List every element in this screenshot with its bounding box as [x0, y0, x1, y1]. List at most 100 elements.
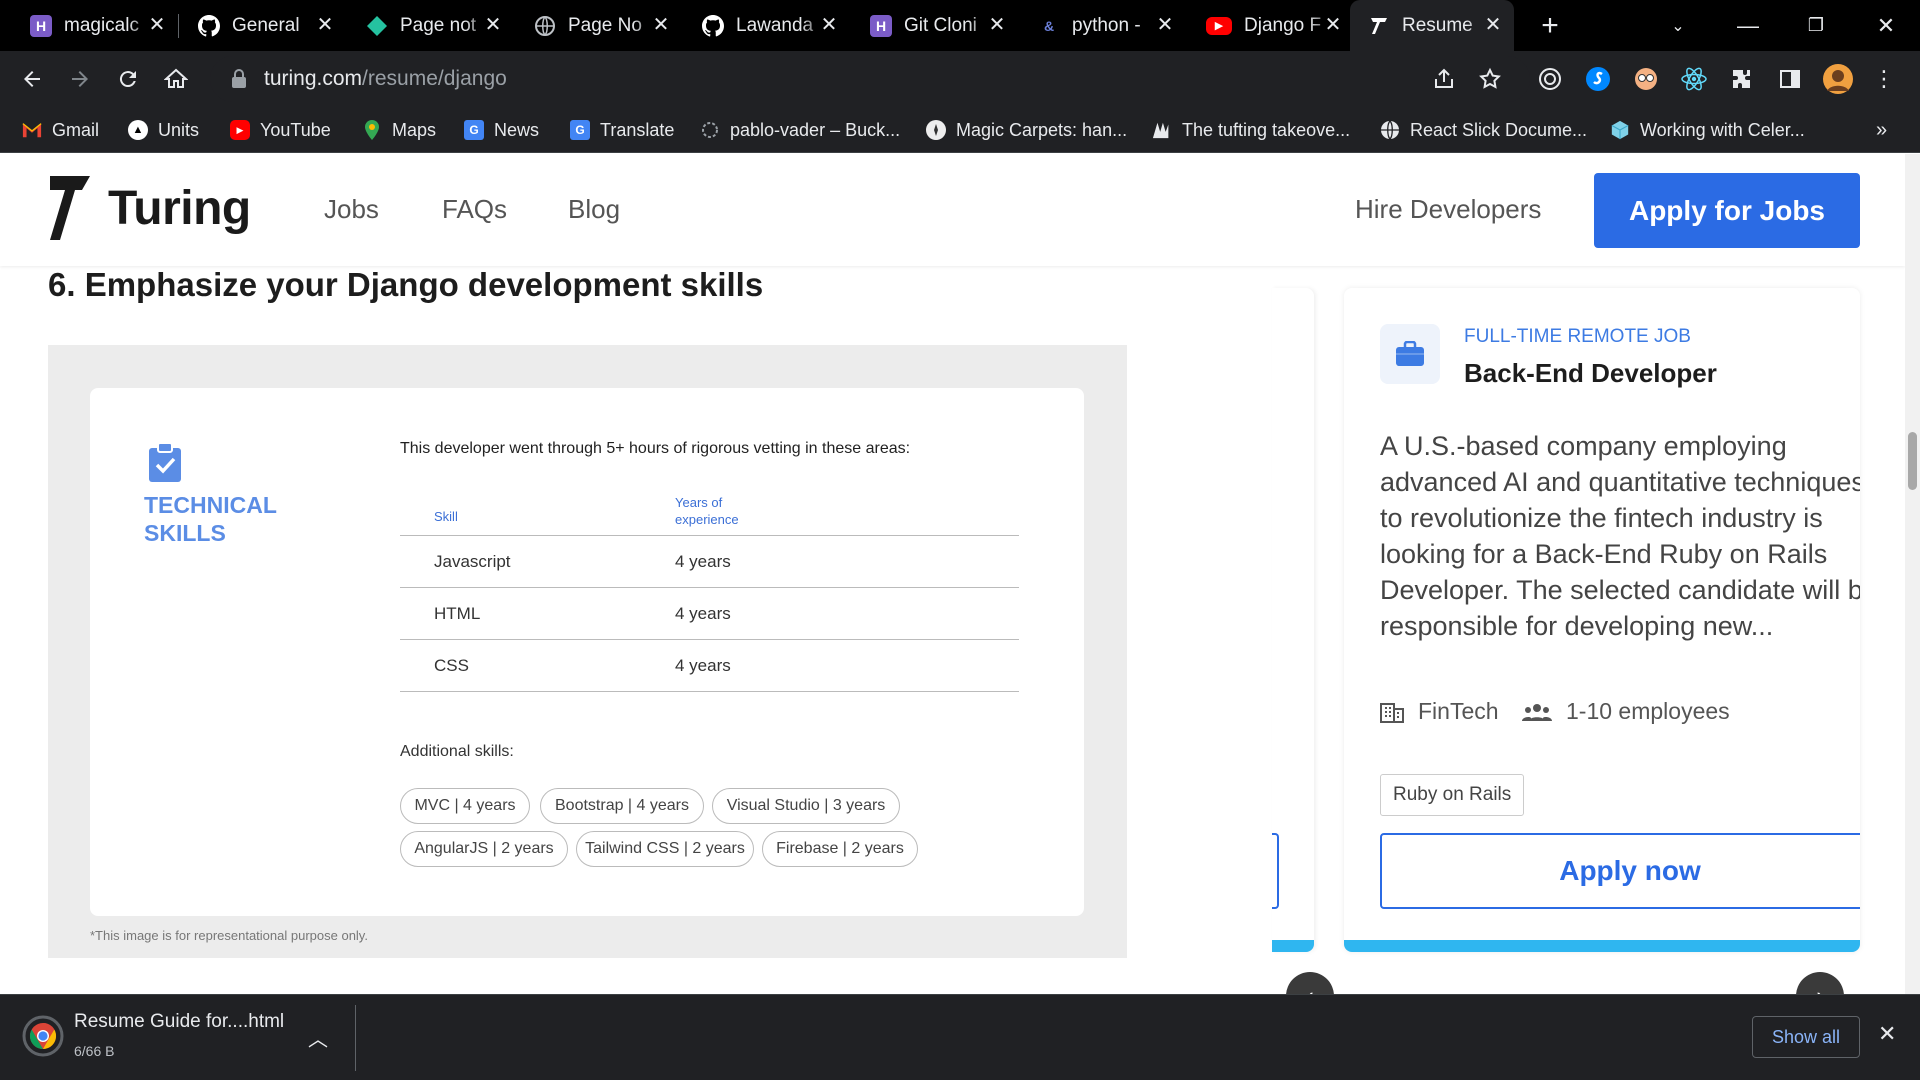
bookmark-label: React Slick Docume...: [1410, 119, 1588, 140]
close-icon[interactable]: ✕: [1154, 14, 1176, 36]
tab-title: General: [232, 14, 300, 36]
bookmark-star-icon[interactable]: [1474, 63, 1506, 95]
bookmark-bucket[interactable]: pablo-vader – Buck...: [700, 107, 900, 153]
apply-now-button[interactable]: Apply now: [1380, 833, 1860, 909]
show-all-button[interactable]: Show all: [1752, 1016, 1860, 1058]
skill-tag: Ruby on Rails: [1380, 774, 1525, 816]
bookmark-label: News: [494, 119, 540, 140]
close-icon[interactable]: ✕: [986, 14, 1008, 36]
bookmark-label: Translate: [600, 119, 675, 140]
bookmark-youtube[interactable]: ▶ YouTube: [230, 107, 331, 153]
previous-job-card[interactable]: [1272, 288, 1314, 952]
skills-table: Skill Years of experience Javascript 4 y…: [400, 490, 1019, 692]
close-icon[interactable]: ✕: [482, 14, 504, 36]
browser-toolbar: turing.com/resume/django ⋮: [0, 51, 1920, 107]
chevron-up-icon[interactable]: ︿: [308, 1023, 328, 1052]
side-panel-icon[interactable]: [1774, 63, 1806, 95]
units-icon: ▲: [128, 120, 148, 140]
window-close-icon[interactable]: ✕: [1856, 0, 1916, 51]
briefcase-icon: [1380, 324, 1440, 384]
close-icon[interactable]: ✕: [146, 14, 168, 36]
forward-arrow-icon[interactable]: [60, 59, 100, 99]
tab-title: Git Cloni: [904, 14, 977, 36]
lock-icon: [232, 69, 246, 88]
tab-7[interactable]: ▶ Django F ✕: [1176, 0, 1354, 51]
close-icon[interactable]: ✕: [314, 14, 336, 36]
tab-3[interactable]: Page No ✕: [504, 0, 682, 51]
bookmark-tufting[interactable]: The tufting takeove...: [1152, 107, 1350, 153]
apply-for-jobs-button[interactable]: Apply for Jobs: [1594, 173, 1860, 248]
extension-target-icon[interactable]: [1534, 63, 1566, 95]
divider: [355, 1005, 356, 1071]
people-icon: [1522, 703, 1552, 721]
bookmark-react-slick[interactable]: React Slick Docume...: [1380, 107, 1587, 153]
python-docs-icon: &: [1043, 17, 1055, 34]
bookmark-celery[interactable]: Working with Celer...: [1610, 107, 1805, 153]
job-card[interactable]: FULL-TIME REMOTE JOB Back-End Developer …: [1344, 288, 1860, 952]
close-icon[interactable]: ✕: [650, 14, 672, 36]
nav-jobs[interactable]: Jobs: [324, 194, 379, 225]
share-icon[interactable]: [1428, 63, 1460, 95]
bookmark-translate[interactable]: G Translate: [570, 107, 674, 153]
close-icon[interactable]: ✕: [818, 14, 840, 36]
globe-icon: [1380, 120, 1400, 140]
bookmark-label: YouTube: [260, 119, 331, 140]
extensions-puzzle-icon[interactable]: [1726, 63, 1758, 95]
table-row: HTML 4 years: [400, 588, 1019, 640]
job-title[interactable]: Back-End Developer: [1464, 358, 1717, 389]
kebab-menu-icon[interactable]: ⋮: [1868, 63, 1900, 95]
chrome-download-icon[interactable]: [22, 1015, 64, 1057]
bookmark-news[interactable]: G News: [464, 107, 539, 153]
tab-6[interactable]: & python - ✕: [1008, 0, 1186, 51]
new-tab-button[interactable]: +: [1520, 0, 1580, 51]
table-row: Javascript 4 years: [400, 536, 1019, 588]
youtube-icon: ▶: [1206, 16, 1232, 35]
maps-icon: [362, 120, 382, 140]
nav-blog[interactable]: Blog: [568, 194, 620, 225]
restore-icon[interactable]: ❐: [1786, 0, 1846, 51]
clipboard-check-icon: [149, 442, 181, 482]
carousel-prev-button[interactable]: ‹: [1286, 972, 1334, 994]
bookmarks-overflow-icon[interactable]: »: [1876, 107, 1887, 153]
bookmark-magic-carpets[interactable]: Magic Carpets: han...: [926, 107, 1127, 153]
hire-developers-link[interactable]: Hire Developers: [1355, 194, 1541, 225]
bookmark-maps[interactable]: Maps: [362, 107, 436, 153]
tab-title: Lawanda: [736, 14, 814, 36]
react-devtools-icon[interactable]: [1678, 63, 1710, 95]
carousel-next-button[interactable]: ›: [1796, 972, 1844, 994]
reload-icon[interactable]: [108, 59, 148, 99]
url-host: turing.com: [264, 67, 363, 90]
profile-avatar[interactable]: [1822, 63, 1854, 95]
bookmark-label: The tufting takeove...: [1182, 119, 1351, 140]
address-bar[interactable]: turing.com/resume/django: [210, 56, 1530, 102]
tab-5[interactable]: H Git Cloni ✕: [840, 0, 1018, 51]
close-icon[interactable]: ✕: [1878, 1021, 1896, 1047]
tab-4[interactable]: Lawanda ✕: [672, 0, 850, 51]
extension-shazam-icon[interactable]: [1582, 63, 1614, 95]
tab-active-resume[interactable]: Resume ✕: [1350, 0, 1514, 51]
skill-chip: Visual Studio | 3 years: [712, 788, 900, 824]
back-arrow-icon[interactable]: [12, 59, 52, 99]
job-description: A U.S.-based company employing advanced …: [1380, 431, 1860, 641]
page-scrollbar[interactable]: [1905, 154, 1920, 994]
previous-apply-button-edge[interactable]: [1272, 833, 1279, 909]
cube-icon: [1610, 120, 1630, 140]
nav-faqs[interactable]: FAQs: [442, 194, 507, 225]
home-icon[interactable]: [156, 59, 196, 99]
tab-search-icon[interactable]: ⌄: [1648, 0, 1708, 51]
download-shelf: Resume Guide for....html 6/66 B ︿ Show a…: [0, 994, 1920, 1080]
close-icon[interactable]: ✕: [1482, 14, 1504, 36]
bookmark-units[interactable]: ▲ Units: [128, 107, 199, 153]
minimize-icon[interactable]: —: [1718, 0, 1778, 51]
skill-chip: Firebase | 2 years: [762, 831, 918, 867]
tab-2[interactable]: Page not ✕: [336, 0, 514, 51]
close-icon[interactable]: ✕: [1322, 14, 1344, 36]
tab-0[interactable]: H magicalc ✕: [0, 0, 178, 51]
tab-1[interactable]: General ✕: [168, 0, 346, 51]
turing-logo[interactable]: Turing: [48, 174, 251, 242]
download-file-name[interactable]: Resume Guide for....html: [74, 1011, 284, 1033]
scrollbar-thumb[interactable]: [1908, 432, 1917, 490]
extension-glasses-icon[interactable]: [1630, 63, 1662, 95]
bookmark-gmail[interactable]: Gmail: [22, 107, 99, 153]
turing-logo-icon: [50, 176, 90, 240]
